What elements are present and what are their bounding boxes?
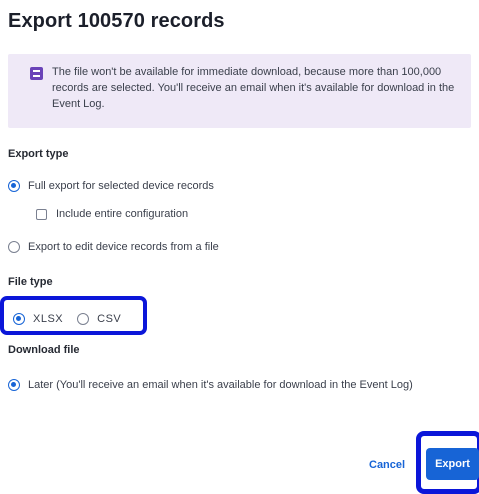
cancel-button[interactable]: Cancel bbox=[369, 459, 405, 471]
radio-csv-label: CSV bbox=[97, 313, 122, 325]
radio-unselected-icon bbox=[77, 313, 90, 325]
checkbox-icon bbox=[36, 208, 47, 220]
include-config-label: Include entire configuration bbox=[56, 208, 189, 220]
radio-selected-icon bbox=[8, 379, 20, 391]
radio-export-to-edit[interactable]: Export to edit device records from a fil… bbox=[8, 241, 219, 253]
download-file-label: Download file bbox=[8, 344, 80, 356]
radio-download-later-label: Later (You'll receive an email when it's… bbox=[28, 379, 413, 391]
radio-unselected-icon bbox=[8, 241, 20, 253]
radio-selected-icon bbox=[13, 313, 25, 325]
file-type-label: File type bbox=[8, 276, 53, 288]
radio-full-export-label: Full export for selected device records bbox=[28, 180, 214, 192]
export-button[interactable]: Export bbox=[426, 448, 479, 480]
radio-download-later[interactable]: Later (You'll receive an email when it's… bbox=[8, 377, 473, 394]
radio-export-to-edit-label: Export to edit device records from a fil… bbox=[28, 241, 219, 253]
radio-selected-icon bbox=[8, 180, 20, 192]
radio-xlsx[interactable]: XLSX bbox=[13, 313, 63, 325]
file-type-options: XLSX CSV bbox=[13, 313, 135, 325]
include-config-checkbox[interactable]: Include entire configuration bbox=[36, 208, 188, 220]
export-type-label: Export type bbox=[8, 148, 69, 160]
radio-csv[interactable]: CSV bbox=[77, 313, 121, 325]
notice-text: The file won't be available for immediat… bbox=[52, 66, 455, 110]
dialog-title: Export 100570 records bbox=[8, 10, 225, 32]
notice-banner: The file won't be available for immediat… bbox=[8, 54, 471, 128]
info-icon bbox=[30, 67, 43, 80]
radio-xlsx-label: XLSX bbox=[33, 313, 64, 325]
radio-full-export[interactable]: Full export for selected device records bbox=[8, 180, 214, 192]
